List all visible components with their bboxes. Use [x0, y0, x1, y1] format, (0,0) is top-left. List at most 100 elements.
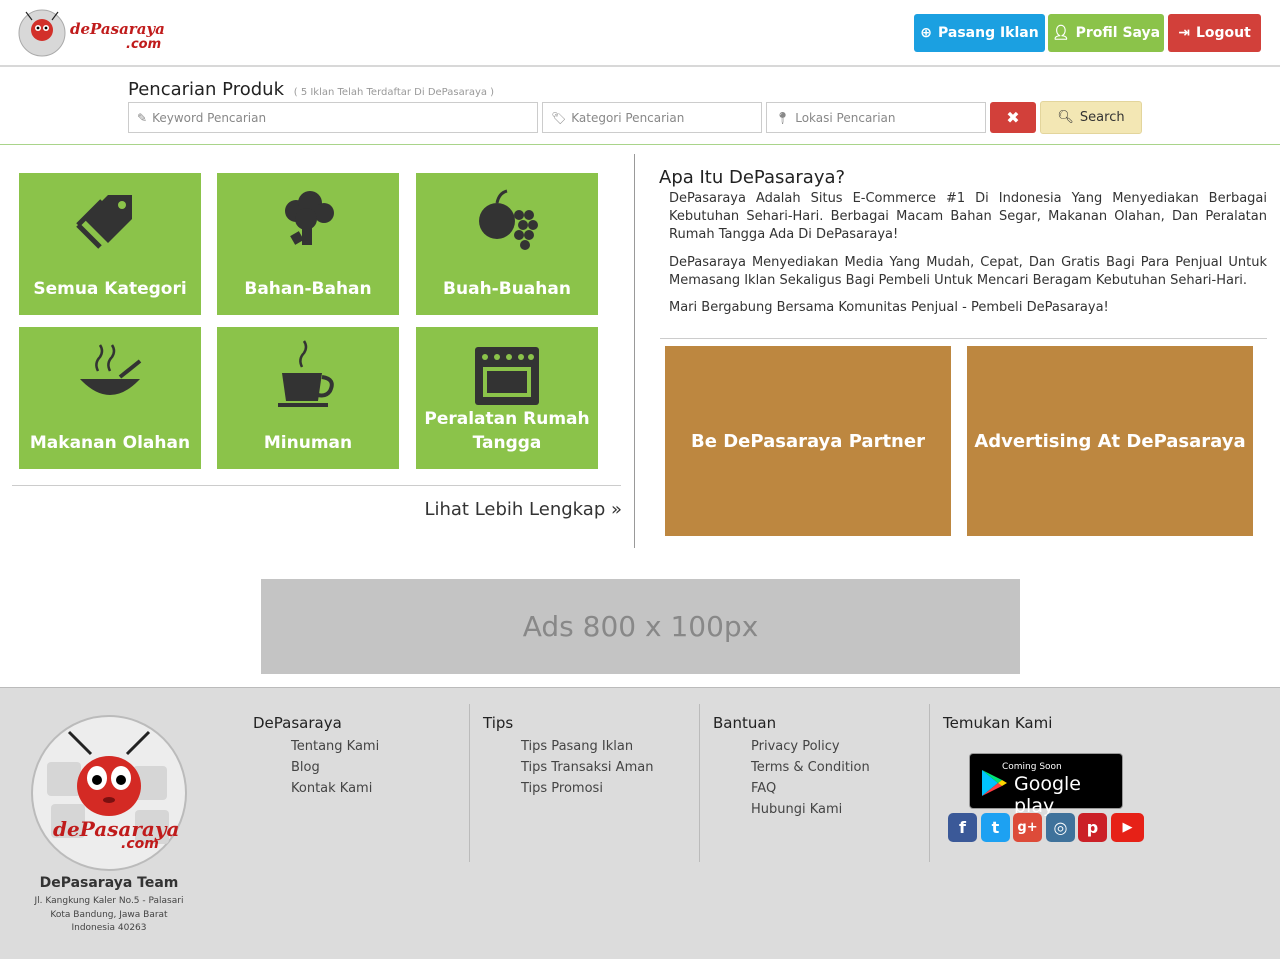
- profile-button[interactable]: 👤︎ Profil Saya: [1048, 14, 1164, 52]
- youtube-glyph: ▶: [1122, 820, 1133, 835]
- search-panel: Pencarian Produk ( 5 Iklan Telah Terdaft…: [0, 69, 1280, 145]
- google-play-text: Google play: [1014, 773, 1082, 817]
- google-plus-glyph: g+: [1017, 820, 1038, 835]
- clear-search-button[interactable]: ✖: [990, 102, 1036, 133]
- google-play-icon: [982, 770, 1007, 796]
- advertising-banner-label: Advertising At DePasaraya: [974, 430, 1246, 452]
- footer-link-hubungi-kami[interactable]: Hubungi Kami: [751, 799, 870, 820]
- keyword-search-input[interactable]: ✎ Keyword Pencarian: [128, 102, 538, 133]
- search-icon: 🔍︎: [1057, 110, 1074, 125]
- footer-column-title: Tips: [483, 714, 514, 732]
- map-marker-icon: 📍︎: [775, 110, 791, 125]
- top-navbar: dePasaraya .com ⊕ Pasang Iklan 👤︎ Profil…: [0, 0, 1280, 67]
- close-icon: ✖: [1006, 108, 1020, 127]
- category-label: Semua Kategori: [33, 279, 187, 299]
- footer-column-find-us: Temukan Kami: [943, 714, 1052, 736]
- category-tile-minuman[interactable]: Minuman: [217, 327, 399, 469]
- facebook-glyph: f: [959, 818, 966, 837]
- category-tile-makanan-olahan[interactable]: Makanan Olahan: [19, 327, 201, 469]
- logout-button[interactable]: ⇥ Logout: [1168, 14, 1261, 52]
- footer-column-title: DePasaraya: [253, 714, 342, 732]
- footer-logo: dePasaraya .com: [31, 715, 187, 871]
- food-bowl-icon: [80, 344, 142, 395]
- google-play-badge[interactable]: Coming Soon Google play: [969, 753, 1123, 817]
- team-name: DePasaraya Team: [39, 875, 179, 891]
- twitter-icon[interactable]: t: [981, 813, 1010, 842]
- footer-column-title: Bantuan: [713, 714, 777, 732]
- footer-separator: [929, 704, 930, 862]
- category-label: Bahan-Bahan: [244, 279, 372, 299]
- footer-link-blog[interactable]: Blog: [291, 757, 379, 778]
- keyword-placeholder: Keyword Pencarian: [152, 110, 267, 125]
- footer-link-terms-condition[interactable]: Terms & Condition: [751, 757, 870, 778]
- oven-icon: [475, 347, 539, 405]
- footer-link-privacy-policy[interactable]: Privacy Policy: [751, 736, 870, 757]
- category-label: Buah-Buahan: [443, 279, 571, 299]
- pinterest-icon[interactable]: p: [1078, 813, 1107, 842]
- post-ad-button[interactable]: ⊕ Pasang Iklan: [914, 14, 1045, 52]
- user-icon: 👤︎: [1051, 25, 1070, 41]
- see-more-label: Lihat Lebih Lengkap: [424, 499, 606, 520]
- category-tile-bahan-bahan[interactable]: Bahan-Bahan: [217, 173, 399, 315]
- tags-icon: [76, 195, 132, 249]
- category-placeholder: Kategori Pencarian: [571, 110, 685, 125]
- facebook-icon[interactable]: f: [948, 813, 977, 842]
- ad-placeholder-label: Ads 800 x 100px: [522, 610, 759, 643]
- youtube-icon[interactable]: ▶: [1111, 813, 1144, 842]
- coming-soon-text: Coming Soon: [1002, 762, 1062, 772]
- twitter-glyph: t: [991, 818, 1000, 837]
- footer-link-faq[interactable]: FAQ: [751, 778, 870, 799]
- category-tile-buah-buahan[interactable]: Buah-Buahan: [416, 173, 598, 315]
- advertising-banner[interactable]: Advertising At DePasaraya: [967, 346, 1253, 536]
- pencil-icon: ✎: [137, 110, 148, 125]
- footer-link-tentang-kami[interactable]: Tentang Kami: [291, 736, 379, 757]
- category-label: Minuman: [263, 433, 353, 453]
- category-tile-peralatan-rumah-tangga[interactable]: Peralatan Rumah Tangga: [416, 327, 598, 469]
- ad-count-text: ( 5 Iklan Telah Terdaftar Di DePasaraya …: [293, 87, 495, 98]
- pinterest-glyph: p: [1086, 818, 1099, 837]
- footer-column-bantuan: Bantuan Privacy Policy Terms & Condition…: [713, 714, 870, 820]
- category-tile-semua-kategori[interactable]: Semua Kategori: [19, 173, 201, 315]
- footer-column-depasaraya: DePasaraya Tentang Kami Blog Kontak Kami: [253, 714, 379, 799]
- footer-separator: [699, 704, 700, 862]
- partner-banner[interactable]: Be DePasaraya Partner: [665, 346, 951, 536]
- instagram-icon[interactable]: ◎: [1046, 813, 1075, 842]
- footer-link-tips-transaksi-aman[interactable]: Tips Transaksi Aman: [521, 757, 653, 778]
- coffee-cup-icon: [278, 340, 334, 407]
- category-label: Peralatan Rumah Tangga: [424, 409, 590, 453]
- broccoli-icon: [285, 191, 334, 245]
- team-address: Jl. Kangkung Kaler No.5 - Palasari Kota …: [0, 895, 218, 936]
- svg-text:dePasaraya: dePasaraya: [53, 817, 179, 841]
- address-line: Kota Bandung, Jawa Barat: [50, 909, 168, 920]
- plus-circle-icon: ⊕: [920, 25, 932, 41]
- partner-banner-label: Be DePasaraya Partner: [691, 430, 925, 452]
- address-line: Jl. Kangkung Kaler No.5 - Palasari: [34, 896, 184, 906]
- footer-link-tips-promosi[interactable]: Tips Promosi: [521, 778, 653, 799]
- location-search-input[interactable]: 📍︎ Lokasi Pencarian: [766, 102, 986, 133]
- svg-text:.com: .com: [126, 37, 161, 52]
- profile-label: Profil Saya: [1075, 25, 1161, 41]
- logout-label: Logout: [1195, 25, 1251, 41]
- search-title: Pencarian Produk ( 5 Iklan Telah Terdaft…: [128, 79, 494, 100]
- ad-placeholder[interactable]: Ads 800 x 100px: [261, 579, 1020, 674]
- column-divider: [634, 154, 635, 548]
- see-more-link[interactable]: Lihat Lebih Lengkap »: [380, 499, 622, 520]
- search-button[interactable]: 🔍︎ Search: [1040, 101, 1142, 134]
- footer-link-tips-pasang-iklan[interactable]: Tips Pasang Iklan: [521, 736, 653, 757]
- search-title-text: Pencarian Produk: [128, 79, 284, 100]
- divider: [660, 338, 1267, 339]
- footer-separator: [469, 704, 470, 862]
- footer-link-kontak-kami[interactable]: Kontak Kami: [291, 778, 379, 799]
- double-chevron-right-icon: »: [610, 499, 622, 520]
- svg-text:.com: .com: [121, 836, 159, 852]
- category-search-input[interactable]: 🏷︎ Kategori Pencarian: [542, 102, 762, 133]
- about-title: Apa Itu DePasaraya?: [659, 167, 846, 188]
- google-plus-icon[interactable]: g+: [1013, 813, 1042, 842]
- search-label: Search: [1079, 110, 1125, 125]
- sign-out-icon: ⇥: [1178, 25, 1190, 41]
- svg-text:dePasaraya: dePasaraya: [70, 20, 165, 38]
- about-paragraph-3: Mari Bergabung Bersama Komunitas Penjual…: [669, 300, 1109, 315]
- address-line: Indonesia 40263: [71, 923, 147, 933]
- site-logo[interactable]: dePasaraya .com: [18, 8, 168, 58]
- divider: [12, 485, 621, 486]
